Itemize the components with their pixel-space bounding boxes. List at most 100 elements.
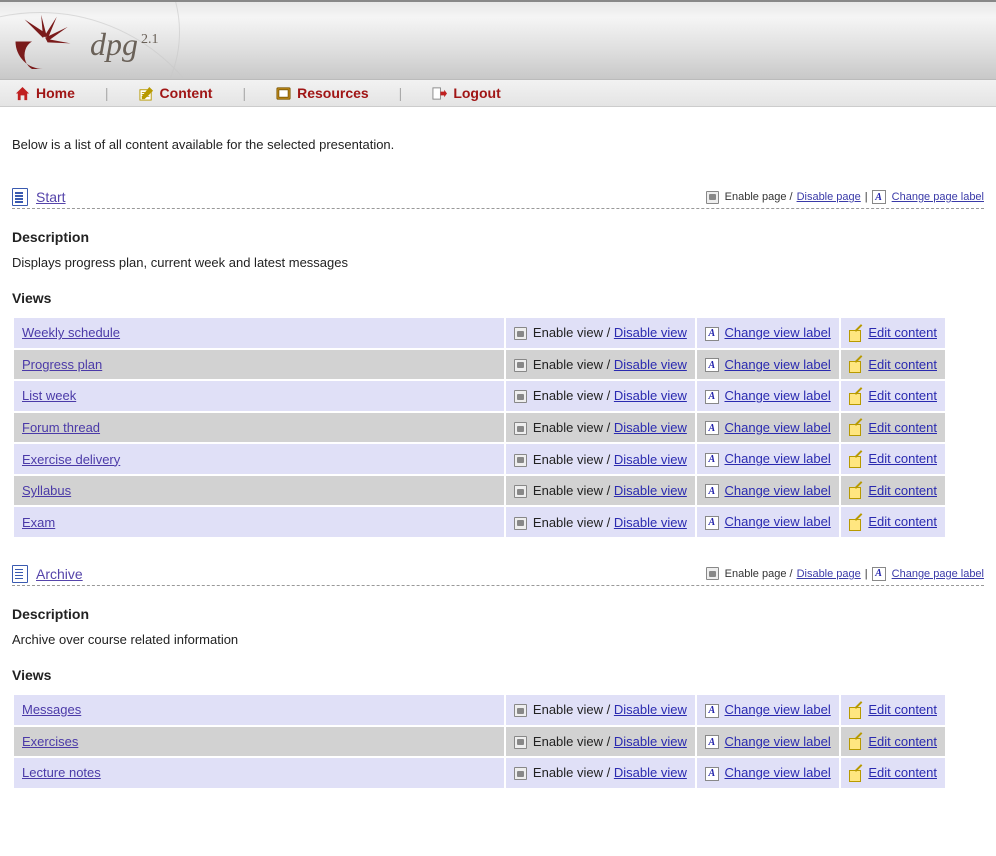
nav-content-label: Content (160, 85, 213, 101)
change-page-label-link[interactable]: Change page label (892, 568, 984, 580)
intro-text: Below is a list of all content available… (12, 137, 984, 152)
view-row: Progress plan Enable view / Disable view… (14, 350, 945, 380)
disable-view-link[interactable]: Disable view (614, 765, 687, 780)
edit-icon (849, 516, 863, 530)
edit-content-link[interactable]: Edit content (868, 483, 937, 498)
view-name-link[interactable]: Lecture notes (22, 765, 101, 780)
nav-content[interactable]: Content (139, 85, 213, 101)
view-row: Lecture notes Enable view / Disable view… (14, 758, 945, 788)
action-separator: | (865, 191, 868, 203)
brand-name-text: dpg (90, 26, 138, 62)
edit-icon (849, 327, 863, 341)
view-name-link[interactable]: Forum thread (22, 420, 100, 435)
disable-view-link[interactable]: Disable view (614, 734, 687, 749)
enable-view-label: Enable view / (533, 734, 610, 749)
enable-view-label: Enable view / (533, 452, 610, 467)
edit-content-link[interactable]: Edit content (868, 420, 937, 435)
change-view-label-link[interactable]: Change view label (724, 420, 830, 435)
edit-content-link[interactable]: Edit content (868, 325, 937, 340)
disable-view-link[interactable]: Disable view (614, 420, 687, 435)
lock-icon (514, 517, 527, 530)
view-name-link[interactable]: List week (22, 388, 76, 403)
disable-view-link[interactable]: Disable view (614, 325, 687, 340)
disable-view-link[interactable]: Disable view (614, 452, 687, 467)
view-row: Forum thread Enable view / Disable view … (14, 413, 945, 443)
enable-view-label: Enable view / (533, 702, 610, 717)
change-view-label-link[interactable]: Change view label (724, 765, 830, 780)
views-table: Weekly schedule Enable view / Disable vi… (12, 316, 947, 539)
main-content: Below is a list of all content available… (0, 107, 996, 856)
label-icon: A (872, 567, 886, 581)
divider (12, 585, 984, 586)
change-view-label-link[interactable]: Change view label (724, 483, 830, 498)
description-heading: Description (12, 606, 984, 622)
main-nav: Home | Content | Resources | Logout (0, 80, 996, 107)
nav-resources[interactable]: Resources (276, 85, 369, 101)
content-icon (139, 86, 154, 101)
change-view-label-link[interactable]: Change view label (724, 357, 830, 372)
edit-content-link[interactable]: Edit content (868, 388, 937, 403)
description-text: Displays progress plan, current week and… (12, 255, 984, 270)
brand-version: 2.1 (141, 32, 159, 47)
view-name-link[interactable]: Messages (22, 702, 81, 717)
change-view-label-link[interactable]: Change view label (724, 451, 830, 466)
view-name-link[interactable]: Exam (22, 515, 55, 530)
disable-view-link[interactable]: Disable view (614, 388, 687, 403)
change-view-label-link[interactable]: Change view label (724, 734, 830, 749)
edit-content-link[interactable]: Edit content (868, 734, 937, 749)
content-section: Start Enable page / Disable page | A Cha… (12, 188, 984, 565)
view-name-link[interactable]: Exercises (22, 734, 78, 749)
brand-name: dpg2.1 (90, 26, 159, 63)
view-name-link[interactable]: Exercise delivery (22, 452, 120, 467)
change-view-label-link[interactable]: Change view label (724, 325, 830, 340)
disable-view-link[interactable]: Disable view (614, 702, 687, 717)
views-table: Messages Enable view / Disable view A Ch… (12, 693, 947, 790)
section-title-link[interactable]: Start (36, 189, 66, 205)
nav-separator: | (399, 85, 403, 101)
label-icon: A (705, 735, 719, 749)
label-icon: A (705, 390, 719, 404)
nav-home-label: Home (36, 85, 75, 101)
change-page-label-link[interactable]: Change page label (892, 191, 984, 203)
enable-page-label: Enable page / (725, 191, 793, 203)
views-heading: Views (12, 290, 984, 306)
edit-icon (849, 735, 863, 749)
view-name-link[interactable]: Weekly schedule (22, 325, 120, 340)
disable-view-link[interactable]: Disable view (614, 515, 687, 530)
change-view-label-link[interactable]: Change view label (724, 514, 830, 529)
resources-icon (276, 86, 291, 101)
view-name-link[interactable]: Progress plan (22, 357, 102, 372)
enable-view-label: Enable view / (533, 515, 610, 530)
label-icon: A (705, 767, 719, 781)
disable-page-link[interactable]: Disable page (797, 568, 861, 580)
lock-icon (706, 567, 719, 580)
view-name-link[interactable]: Syllabus (22, 483, 71, 498)
logout-icon (432, 86, 447, 101)
edit-icon (849, 358, 863, 372)
lock-icon (514, 767, 527, 780)
disable-page-link[interactable]: Disable page (797, 191, 861, 203)
enable-page-label: Enable page / (725, 568, 793, 580)
nav-home[interactable]: Home (15, 85, 75, 101)
view-row: Exam Enable view / Disable view A Change… (14, 507, 945, 537)
app-header: dpg2.1 (0, 0, 996, 80)
edit-content-link[interactable]: Edit content (868, 357, 937, 372)
edit-content-link[interactable]: Edit content (868, 702, 937, 717)
lock-icon (514, 736, 527, 749)
label-icon: A (872, 190, 886, 204)
enable-view-label: Enable view / (533, 483, 610, 498)
change-view-label-link[interactable]: Change view label (724, 388, 830, 403)
nav-logout[interactable]: Logout (432, 85, 500, 101)
edit-icon (849, 484, 863, 498)
disable-view-link[interactable]: Disable view (614, 357, 687, 372)
lock-icon (514, 390, 527, 403)
edit-icon (849, 767, 863, 781)
edit-content-link[interactable]: Edit content (868, 451, 937, 466)
nav-separator: | (242, 85, 246, 101)
section-title-link[interactable]: Archive (36, 566, 83, 582)
change-view-label-link[interactable]: Change view label (724, 702, 830, 717)
edit-content-link[interactable]: Edit content (868, 765, 937, 780)
disable-view-link[interactable]: Disable view (614, 483, 687, 498)
enable-view-label: Enable view / (533, 388, 610, 403)
edit-content-link[interactable]: Edit content (868, 514, 937, 529)
